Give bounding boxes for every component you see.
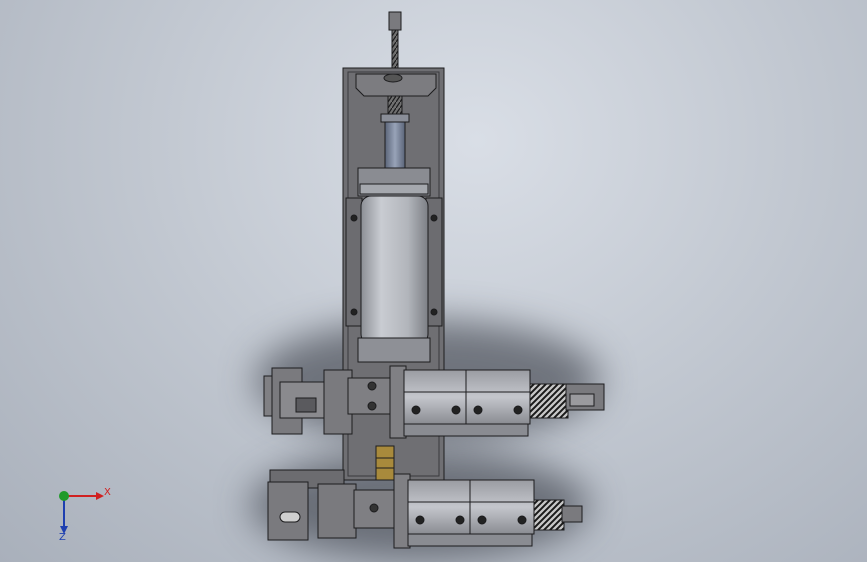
adjustment-screw xyxy=(388,11,402,73)
upper-slide-module xyxy=(263,365,605,439)
vertical-cylinder xyxy=(360,195,429,345)
x-axis-arrowhead xyxy=(96,492,104,500)
z-axis-label: Z xyxy=(59,532,66,543)
lower-slide-module xyxy=(267,469,583,549)
assembly-model[interactable] xyxy=(0,0,867,562)
graphics-viewport[interactable]: X Z xyxy=(0,0,867,562)
coordinate-triad: X Z xyxy=(40,478,120,548)
x-axis-label: X xyxy=(104,487,111,498)
brass-fitting xyxy=(375,445,395,481)
y-axis-dot xyxy=(59,491,69,501)
